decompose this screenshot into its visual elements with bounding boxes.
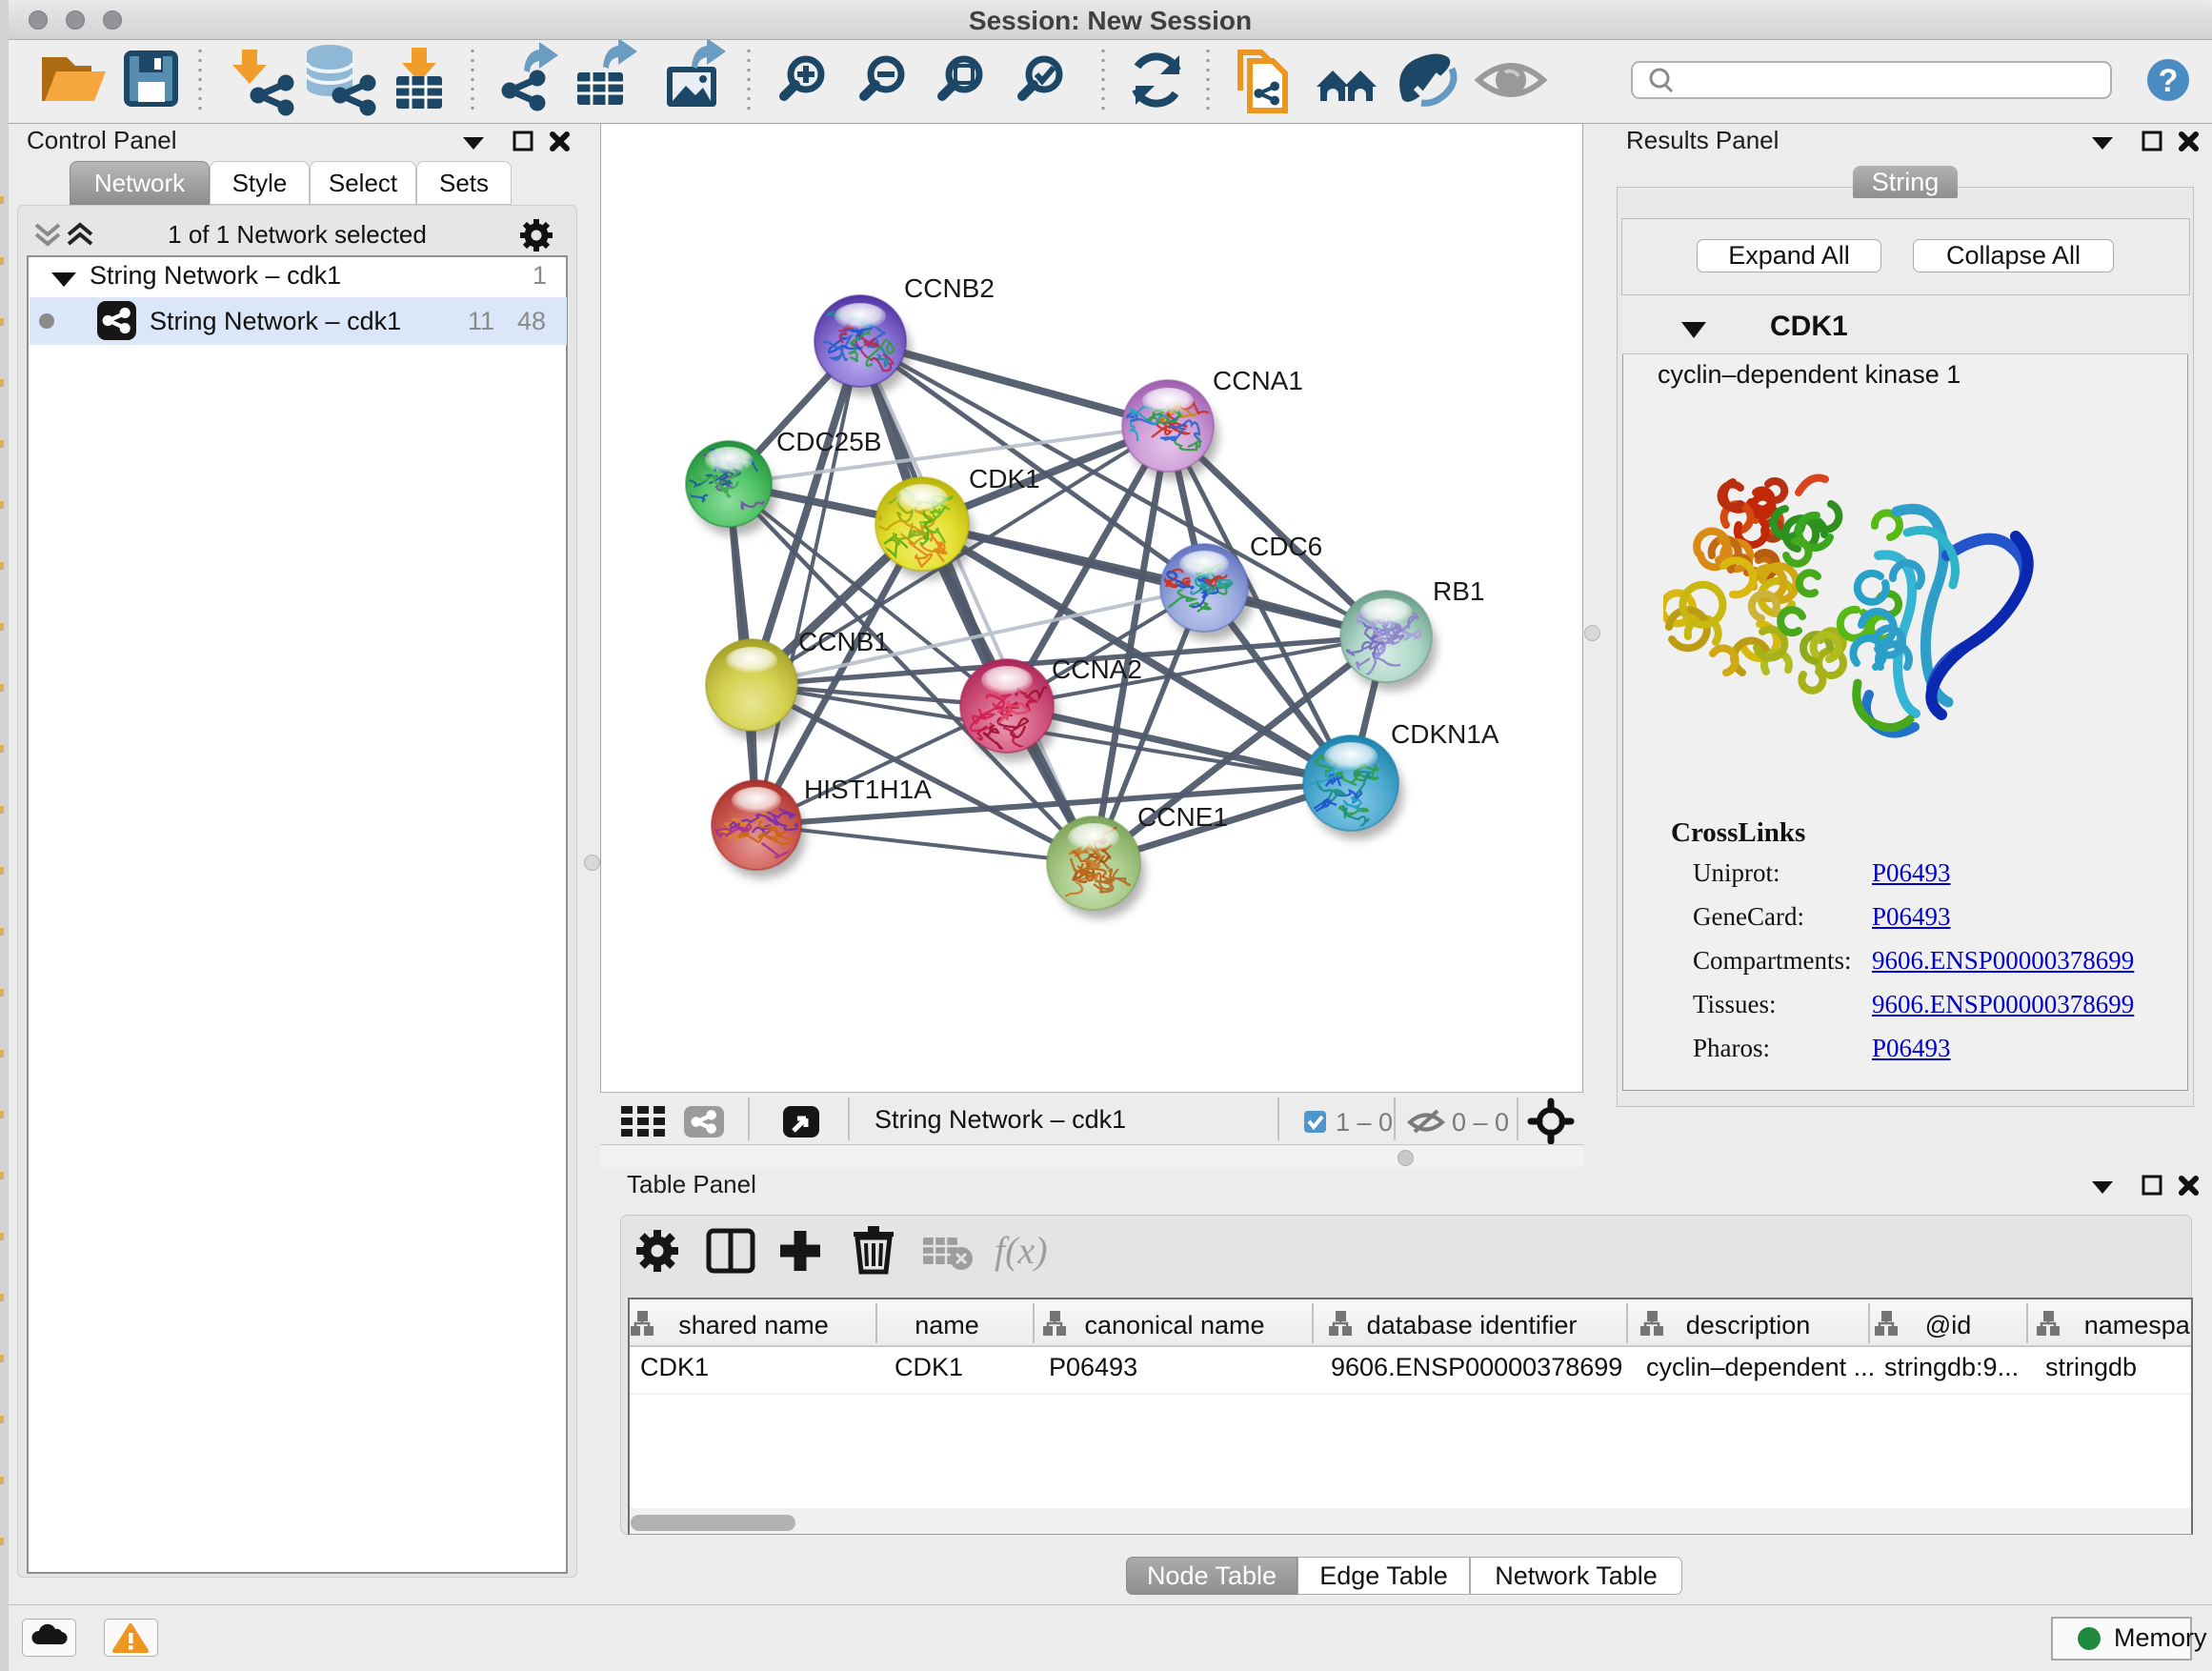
svg-text:description: description — [1686, 1311, 1811, 1339]
svg-text:stringdb:9...: stringdb:9... — [1884, 1353, 2019, 1381]
svg-text:shared name: shared name — [678, 1311, 829, 1339]
svg-text:CDC6: CDC6 — [1250, 532, 1322, 561]
svg-text:CDC25B: CDC25B — [776, 427, 881, 456]
svg-text:database identifier: database identifier — [1367, 1311, 1578, 1339]
svg-text:P06493: P06493 — [1049, 1353, 1137, 1381]
svg-text:stringdb: stringdb — [2045, 1353, 2137, 1381]
svg-text:9606.ENSP00000378699: 9606.ENSP00000378699 — [1331, 1353, 1622, 1381]
svg-text:HIST1H1A: HIST1H1A — [804, 775, 932, 804]
svg-text:CDK1: CDK1 — [895, 1353, 963, 1381]
svg-text:@id: @id — [1925, 1311, 1971, 1339]
svg-text:cyclin–dependent ...: cyclin–dependent ... — [1646, 1353, 1875, 1381]
svg-text:CCNB2: CCNB2 — [904, 273, 995, 303]
svg-text:RB1: RB1 — [1433, 576, 1484, 606]
svg-text:CCNE1: CCNE1 — [1137, 802, 1228, 832]
svg-text:CCNA2: CCNA2 — [1052, 654, 1142, 684]
svg-text:CDK1: CDK1 — [969, 464, 1040, 493]
svg-text:?: ? — [2159, 63, 2179, 99]
svg-text:1 – 0: 1 – 0 — [1336, 1108, 1393, 1137]
svg-text:CCNB1: CCNB1 — [798, 627, 889, 656]
svg-text:CDK1: CDK1 — [640, 1353, 709, 1381]
svg-text:canonical name: canonical name — [1084, 1311, 1264, 1339]
svg-text:f(x): f(x) — [995, 1229, 1048, 1272]
svg-text:CDKN1A: CDKN1A — [1391, 719, 1499, 749]
svg-text:name: name — [915, 1311, 979, 1339]
svg-text:CCNA1: CCNA1 — [1213, 366, 1303, 395]
svg-text:namespac: namespac — [2084, 1311, 2191, 1339]
svg-text:0 – 0: 0 – 0 — [1452, 1108, 1509, 1137]
